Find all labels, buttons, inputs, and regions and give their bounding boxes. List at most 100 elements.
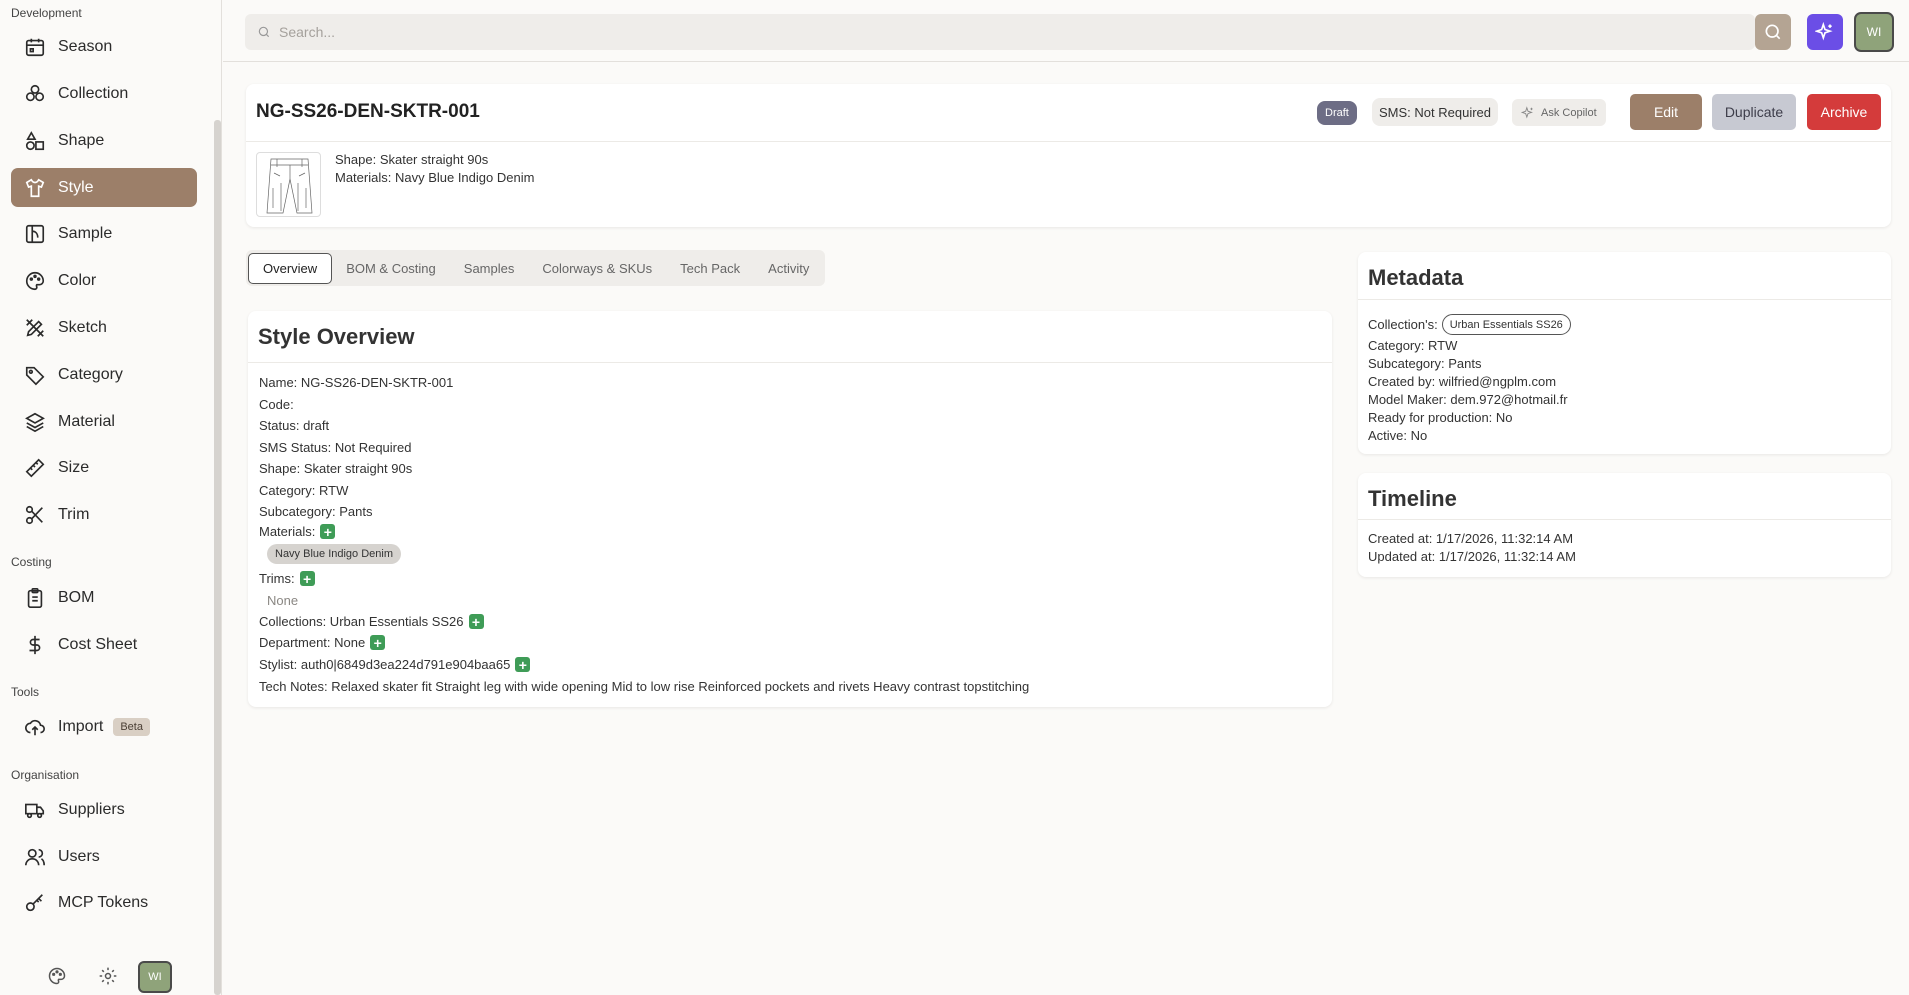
collection-pill[interactable]: Urban Essentials SS26 bbox=[1441, 314, 1571, 335]
add-material-plus-icon[interactable]: + bbox=[320, 524, 336, 539]
sidebar-item-bom[interactable]: BOM bbox=[11, 578, 197, 617]
calendar-icon bbox=[24, 36, 46, 58]
field-tech-notes: Tech Notes: Relaxed skater fit Straight … bbox=[259, 679, 1030, 694]
sidebar-item-sample[interactable]: Sample bbox=[11, 214, 197, 253]
palette-icon bbox=[24, 270, 46, 292]
sparkle-icon bbox=[1815, 22, 1833, 41]
add-trim-plus-icon[interactable]: + bbox=[299, 571, 315, 586]
search-bar[interactable] bbox=[245, 14, 1755, 50]
sidebar-item-collection[interactable]: Collection bbox=[11, 74, 197, 113]
department-value: Department: None bbox=[259, 635, 366, 650]
style-header-card: NG-SS26-DEN-SKTR-001 Draft SMS: Not Requ… bbox=[246, 84, 1891, 227]
add-collection-plus-icon[interactable]: + bbox=[468, 614, 484, 629]
duplicate-button[interactable]: Duplicate bbox=[1712, 94, 1796, 130]
field-sms-status: SMS Status: Not Required bbox=[259, 440, 412, 455]
field-collections: Collections: Urban Essentials SS26 + bbox=[259, 614, 484, 629]
sidebar-item-season[interactable]: Season bbox=[11, 27, 197, 66]
field-code: Code: bbox=[259, 397, 294, 412]
sidebar-item-label: Trim bbox=[58, 505, 90, 523]
tab-bom-costing[interactable]: BOM & Costing bbox=[332, 253, 450, 284]
timeline-created: Created at: 1/17/2026, 11:32:14 AM bbox=[1368, 531, 1574, 546]
tag-icon bbox=[24, 364, 46, 386]
tab-samples[interactable]: Samples bbox=[450, 253, 529, 284]
ruler-icon bbox=[24, 457, 46, 479]
sidebar-item-cost-sheet[interactable]: Cost Sheet bbox=[11, 625, 197, 664]
settings-gear-icon[interactable] bbox=[95, 963, 121, 989]
ask-copilot-label: Ask Copilot bbox=[1541, 106, 1597, 119]
style-sketch-thumbnail[interactable] bbox=[256, 152, 321, 217]
sidebar-item-category[interactable]: Category bbox=[11, 355, 197, 394]
field-stylist: Stylist: auth0|6849d3ea224d791e904baa65 … bbox=[259, 657, 531, 672]
sms-badge: SMS: Not Required bbox=[1372, 98, 1498, 126]
field-shape: Shape: Skater straight 90s bbox=[259, 461, 413, 476]
section-costing: Costing bbox=[11, 555, 52, 569]
sidebar-user-avatar[interactable]: WI bbox=[138, 961, 172, 993]
material-pill[interactable]: Navy Blue Indigo Denim bbox=[267, 544, 402, 564]
field-category: Category: RTW bbox=[259, 483, 349, 498]
materials-label: Materials: bbox=[259, 524, 316, 539]
sidebar-item-mcp-tokens[interactable]: MCP Tokens bbox=[11, 883, 197, 922]
theme-palette-icon[interactable] bbox=[44, 963, 70, 989]
sidebar-item-label: BOM bbox=[58, 588, 95, 606]
sidebar-item-size[interactable]: Size bbox=[11, 448, 197, 487]
search-input[interactable] bbox=[279, 24, 1679, 40]
tab-overview[interactable]: Overview bbox=[248, 252, 333, 284]
sidebar-item-label: Cost Sheet bbox=[58, 635, 138, 653]
status-badge: Draft bbox=[1317, 101, 1357, 125]
search-icon bbox=[1765, 24, 1781, 40]
sidebar-item-color[interactable]: Color bbox=[11, 261, 197, 300]
scissors-icon bbox=[24, 504, 46, 526]
tab-activity[interactable]: Activity bbox=[754, 253, 823, 284]
copilot-sparkle-button[interactable] bbox=[1807, 14, 1843, 50]
collections-value: Collections: Urban Essentials SS26 bbox=[259, 614, 464, 629]
field-subcategory: Subcategory: Pants bbox=[259, 504, 373, 519]
sidebar: Development Season Collection Shape Styl… bbox=[0, 0, 222, 995]
edit-button[interactable]: Edit bbox=[1630, 94, 1702, 130]
sidebar-item-label: Users bbox=[58, 847, 100, 865]
users-icon bbox=[24, 846, 46, 868]
sidebar-item-suppliers[interactable]: Suppliers bbox=[11, 790, 197, 829]
sidebar-item-users[interactable]: Users bbox=[11, 837, 197, 876]
sidebar-item-label: Suppliers bbox=[58, 800, 125, 818]
topbar: WI bbox=[223, 0, 1909, 62]
sidebar-item-label: Import bbox=[58, 717, 104, 735]
sidebar-item-import[interactable]: Import Beta bbox=[11, 707, 197, 746]
sidebar-item-material[interactable]: Material bbox=[11, 402, 197, 441]
header-shape: Shape: Skater straight 90s bbox=[335, 152, 489, 167]
sidebar-item-style[interactable]: Style bbox=[11, 168, 197, 207]
sidebar-item-sketch[interactable]: Sketch bbox=[11, 308, 197, 347]
meta-ready: Ready for production: No bbox=[1368, 410, 1513, 425]
meta-active: Active: No bbox=[1368, 428, 1428, 443]
ask-copilot-button[interactable]: Ask Copilot bbox=[1512, 99, 1606, 126]
user-avatar[interactable]: WI bbox=[1854, 12, 1894, 52]
archive-button[interactable]: Archive bbox=[1807, 94, 1881, 130]
upload-cloud-icon bbox=[24, 716, 46, 738]
timeline-title: Timeline bbox=[1368, 486, 1457, 511]
page-title: NG-SS26-DEN-SKTR-001 bbox=[256, 101, 480, 122]
metadata-title: Metadata bbox=[1368, 265, 1464, 290]
sidebar-item-shape[interactable]: Shape bbox=[11, 121, 197, 160]
tab-tech-pack[interactable]: Tech Pack bbox=[666, 253, 754, 284]
dollar-icon bbox=[24, 634, 46, 656]
collection-icon bbox=[24, 83, 46, 105]
sparkle-icon bbox=[1521, 105, 1533, 119]
search-button[interactable] bbox=[1755, 14, 1791, 50]
divider bbox=[1358, 299, 1891, 300]
section-organisation: Organisation bbox=[11, 768, 80, 782]
add-department-plus-icon[interactable]: + bbox=[370, 635, 386, 650]
overview-title: Style Overview bbox=[258, 324, 415, 349]
trims-none: None bbox=[267, 593, 299, 608]
add-stylist-plus-icon[interactable]: + bbox=[515, 657, 531, 672]
sidebar-scrollbar[interactable] bbox=[214, 120, 221, 995]
meta-category: Category: RTW bbox=[1368, 338, 1458, 353]
truck-icon bbox=[24, 799, 46, 821]
field-name: Name: NG-SS26-DEN-SKTR-001 bbox=[259, 375, 454, 390]
field-department: Department: None + bbox=[259, 635, 386, 650]
sidebar-item-label: Shape bbox=[58, 131, 105, 149]
sketch-icon bbox=[24, 317, 46, 339]
stylist-value: Stylist: auth0|6849d3ea224d791e904baa65 bbox=[259, 657, 511, 672]
sample-icon bbox=[24, 223, 46, 245]
tab-colorways-skus[interactable]: Colorways & SKUs bbox=[528, 253, 666, 284]
sidebar-item-trim[interactable]: Trim bbox=[11, 495, 197, 534]
divider bbox=[1358, 519, 1891, 520]
